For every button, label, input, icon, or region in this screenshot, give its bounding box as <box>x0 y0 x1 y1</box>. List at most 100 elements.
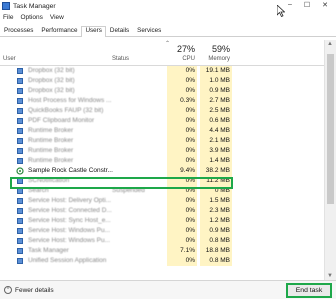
process-memory: 4.4 MB <box>200 126 232 136</box>
process-cpu: 0% <box>167 76 197 86</box>
process-gear-icon <box>16 167 24 175</box>
process-icon <box>17 98 23 104</box>
process-icon <box>17 108 23 114</box>
footer: ⌃ Fewer details End task <box>0 280 336 299</box>
menu-file[interactable]: File <box>3 14 13 21</box>
process-row[interactable]: Service Host: Windows Pu... 0% 0.8 MB <box>0 236 324 246</box>
process-memory: 0.8 MB <box>200 236 232 246</box>
process-name: Sample Rock Castle Constr... <box>28 167 113 174</box>
process-icon <box>17 198 23 204</box>
process-name: Service Host: Delivery Opti... <box>28 197 112 204</box>
process-memory: 2.5 MB <box>200 106 232 116</box>
process-row[interactable]: Dropbox (32 bit) 0% 19.1 MB <box>0 66 324 76</box>
process-icon <box>17 218 23 224</box>
process-name: Runtime Broker <box>28 137 74 144</box>
process-memory: 1.4 MB <box>200 156 232 166</box>
chevron-up-icon: ⌃ <box>4 286 12 294</box>
process-memory: 19.1 MB <box>200 66 232 76</box>
process-row[interactable]: PDF Clipboard Monitor 0% 0.6 MB <box>0 116 324 126</box>
menu-bar: File Options View <box>0 12 336 23</box>
process-row[interactable]: Service Host: Connected D... 0% 2.3 MB <box>0 206 324 216</box>
tab-users[interactable]: Users <box>81 26 106 37</box>
process-icon <box>17 88 23 94</box>
process-row[interactable]: Unified Session Application 0% 0.8 MB <box>0 256 324 266</box>
tab-performance[interactable]: Performance <box>37 26 81 36</box>
column-memory[interactable]: Memory <box>200 56 230 62</box>
scroll-thumb[interactable] <box>327 54 334 204</box>
fewer-details-button[interactable]: ⌃ Fewer details <box>4 286 54 294</box>
process-name: Dropbox (32 bit) <box>28 67 75 74</box>
process-row[interactable]: Runtime Broker 0% 2.1 MB <box>0 136 324 146</box>
process-name: Service Host: Windows Pu... <box>28 237 110 244</box>
process-memory: 3.9 MB <box>200 146 232 156</box>
process-cpu: 0% <box>167 196 197 206</box>
process-icon <box>17 128 23 134</box>
process-name: Runtime Broker <box>28 157 74 164</box>
process-memory: 0.9 MB <box>200 86 232 96</box>
process-icon <box>17 158 23 164</box>
process-name: Dropbox (32 bit) <box>28 87 75 94</box>
process-name: Service Host: Sync Host_e... <box>28 217 111 224</box>
process-name: Runtime Broker <box>28 147 74 154</box>
process-row[interactable]: Dropbox (32 bit) 0% 1.0 MB <box>0 76 324 86</box>
mouse-cursor-icon <box>277 5 285 17</box>
process-icon <box>17 238 23 244</box>
process-icon <box>17 228 23 234</box>
scroll-up-icon[interactable]: ▲ <box>327 41 333 47</box>
process-name: Runtime Broker <box>28 127 74 134</box>
process-row[interactable]: Runtime Broker 0% 4.4 MB <box>0 126 324 136</box>
tab-processes[interactable]: Processes <box>0 26 37 36</box>
minimize-button[interactable]: – <box>288 1 292 9</box>
process-row[interactable]: Task Manager 7.1% 18.8 MB <box>0 246 324 256</box>
column-cpu[interactable]: CPU <box>167 56 195 62</box>
process-row[interactable]: Sample Rock Castle Constr... 9.4% 38.2 MB <box>0 166 324 176</box>
process-row[interactable]: Dropbox (32 bit) 0% 0.9 MB <box>0 86 324 96</box>
maximize-button[interactable]: ☐ <box>304 1 310 9</box>
process-cpu: 0% <box>167 216 197 226</box>
process-name: Task Manager <box>28 247 69 254</box>
scroll-down-icon[interactable]: ▼ <box>327 273 333 279</box>
process-row[interactable]: Service Host: Delivery Opti... 0% 1.5 MB <box>0 196 324 206</box>
tab-services[interactable]: Services <box>133 26 165 36</box>
process-cpu: 0% <box>167 226 197 236</box>
process-name: Host Process for Windows ... <box>28 97 112 104</box>
close-button[interactable]: ✕ <box>322 1 328 9</box>
process-row[interactable]: QuickBooks FAUP (32 bit) 0% 2.5 MB <box>0 106 324 116</box>
menu-options[interactable]: Options <box>20 14 42 21</box>
process-memory: 2.1 MB <box>200 136 232 146</box>
tab-details[interactable]: Details <box>106 26 133 36</box>
process-list: Dropbox (32 bit) 0% 19.1 MB Dropbox (32 bit… <box>0 66 324 280</box>
cpu-total: 27% <box>176 44 195 54</box>
process-cpu: 9.4% <box>167 166 197 176</box>
tab-strip: Processes Performance Users Details Serv… <box>0 25 336 37</box>
fewer-details-label: Fewer details <box>15 286 54 294</box>
end-task-button[interactable]: End task <box>286 283 332 298</box>
window-title: Task Manager <box>13 2 56 10</box>
process-cpu: 0% <box>167 146 197 156</box>
process-memory: 18.8 MB <box>200 246 232 256</box>
process-cpu: 0% <box>167 136 197 146</box>
scrollbar[interactable]: ▲ ▼ <box>324 40 336 280</box>
process-cpu: 0% <box>167 236 197 246</box>
process-memory: 2.7 MB <box>200 96 232 106</box>
process-row[interactable]: Service Host: Windows Pu... 0% 0.9 MB <box>0 226 324 236</box>
process-cpu: 0% <box>167 256 197 266</box>
process-row[interactable]: Service Host: Sync Host_e... 0% 1.2 MB <box>0 216 324 226</box>
process-memory: 0.6 MB <box>200 116 232 126</box>
menu-view[interactable]: View <box>50 14 64 21</box>
process-row[interactable]: Host Process for Windows ... 0.3% 2.7 MB <box>0 96 324 106</box>
column-header: ⌃ User Status 27% CPU 59% Memory <box>0 40 324 66</box>
column-user[interactable]: User <box>3 56 16 62</box>
process-memory: 2.3 MB <box>200 206 232 216</box>
column-status[interactable]: Status <box>112 56 129 62</box>
process-name: Dropbox (32 bit) <box>28 77 75 84</box>
process-cpu: 0% <box>167 106 197 116</box>
process-name: PDF Clipboard Monitor <box>28 117 95 124</box>
window-controls: – ☐ ✕ <box>288 1 328 9</box>
process-row[interactable]: Runtime Broker 0% 1.4 MB <box>0 156 324 166</box>
process-memory: 0.8 MB <box>200 256 232 266</box>
highlight-box <box>10 177 233 189</box>
process-memory: 38.2 MB <box>200 166 232 176</box>
process-cpu: 0% <box>167 156 197 166</box>
process-row[interactable]: Runtime Broker 0% 3.9 MB <box>0 146 324 156</box>
